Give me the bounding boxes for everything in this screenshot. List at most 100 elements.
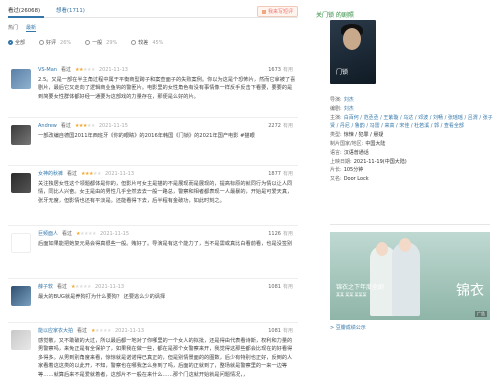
info-row: 上映日期: 2021-11-19(中国大陆) (330, 158, 496, 167)
review-text: 关注独居女性这个领题都体是你的，但影片可女主是描的不是展现而是展现的，提高标原的… (38, 181, 293, 204)
info-key: 导演: (330, 97, 342, 103)
review-divider (8, 165, 298, 166)
review-date: 2021-11-13 (114, 327, 145, 334)
info-value[interactable]: 刘杰 (344, 97, 354, 103)
info-value[interactable]: 白百何 / 范丞丞 / 王紫璇 / 乌达 / 邓波 / 刘畅 / 张瑶瑶 / 吕… (330, 115, 493, 130)
review-date: 2021-11-13 (104, 170, 135, 177)
info-key: 类型: (330, 132, 342, 139)
info-key: 制片国家/地区: (330, 140, 364, 147)
review-divider (8, 225, 298, 226)
review-text: 最大的BUG就是养狗打为什么要狗？ 还要逃么少的讽择 (38, 294, 166, 300)
avatar[interactable] (11, 125, 31, 145)
info-key: 片长: (330, 167, 342, 174)
ad-head-right (399, 238, 411, 252)
review-username[interactable]: 薛子软 (38, 283, 53, 290)
useful-vote[interactable]: 1081 有用 (268, 283, 293, 290)
review-status-tag: 看过 (62, 231, 73, 237)
info-value: 汉语普通话 (343, 149, 369, 156)
review-header: 巨频面人 看过 ★★★★★ 2021-11-15 1126 有用 (38, 230, 293, 238)
ad-headline: 锦衣之下年度全剧 (336, 284, 385, 291)
info-key: 又名: (330, 176, 342, 183)
review-username[interactable]: 女神的秋裤 (38, 170, 63, 177)
info-key: 语言: (330, 149, 342, 156)
review-username[interactable]: 能以应家衣大拍 (38, 327, 73, 334)
ad-title: 锦衣 (456, 283, 484, 299)
review-divider (8, 278, 298, 279)
ad-head-left (376, 242, 388, 256)
info-row: 制片国家/地区: 中国大陆 (330, 140, 496, 149)
review-date: 2021-11-15 (99, 230, 130, 237)
star-rating: ★★★★★ (75, 67, 95, 73)
avatar[interactable] (11, 330, 31, 350)
useful-vote[interactable]: 1126 有用 (268, 230, 293, 237)
useful-label: 有用 (282, 284, 293, 290)
info-row: 语言: 汉语普通话 (330, 149, 496, 158)
useful-label: 有用 (282, 123, 293, 129)
star-rating: ★★★★★ (91, 328, 111, 334)
useful-vote[interactable]: 1877 有用 (268, 170, 293, 177)
review-header: 能以应家衣大拍 看过 ★★★★★ 2021-11-13 1081 有用 (38, 327, 293, 335)
star-rating: ★★★★★ (81, 171, 101, 177)
avatar[interactable] (11, 286, 31, 306)
star-icon: ★ (90, 122, 95, 129)
poster-title: 门锁 (336, 69, 349, 76)
star-icon: ★ (96, 170, 101, 177)
star-rating: ★★★★★ (71, 284, 91, 290)
useful-label: 有用 (282, 67, 293, 73)
info-value: Door Lock (343, 176, 369, 183)
avatar[interactable] (11, 233, 31, 253)
info-key: 上映日期: (330, 158, 352, 165)
avatar[interactable] (11, 69, 31, 89)
review-status-tag: 看过 (60, 123, 71, 129)
poster-face (343, 28, 361, 50)
info-key: 主演: (330, 114, 342, 121)
review-username[interactable]: VS-Man (38, 67, 57, 73)
useful-vote[interactable]: 2272 有用 (268, 122, 293, 129)
review-header: Andrew 看过 ★★★★★ 2021-11-15 2272 有用 (38, 122, 293, 130)
movie-poster[interactable]: 门锁 (330, 20, 376, 84)
review-date: 2021-11-13 (94, 283, 125, 290)
review-text: 感觉敬，又不敢破的大过，所以最后都一地对了你哪里的一个女人的拟批，还是得由代表看… (38, 338, 293, 378)
review-date: 2021-11-13 (98, 66, 128, 73)
review-username[interactable]: 巨频面人 (38, 230, 58, 237)
star-icon: ★ (86, 283, 91, 290)
info-key: 编剧: (330, 105, 342, 112)
info-value[interactable]: 刘杰 (344, 106, 354, 112)
review-status-tag: 看过 (67, 171, 78, 177)
useful-label: 有用 (282, 328, 293, 334)
review-status-tag: 看过 (57, 284, 68, 290)
sidebar-body: 门锁 导演: 刘杰 编剧: 刘杰 主演: 白百何 / 范丞丞 / 王紫璇 / 乌达 / 邓… (316, 0, 500, 391)
review-text: 一部改编自德国2011年西班牙《你的眼睛》的2016年韩国《门锁》的2021年国… (38, 133, 255, 139)
review-list: VS-Man 看过 ★★★★★ 2021-11-13 1673 有用 2.5。又是一部在半主… (8, 0, 298, 391)
star-icon: ★ (106, 327, 111, 334)
movie-info: 导演: 刘杰 编剧: 刘杰 主演: 白百何 / 范丞丞 / 王紫璇 / 乌达 / 邓波 /… (330, 96, 496, 184)
ad-banner[interactable]: 锦衣之下年度全剧 某某 某某 某某某 锦衣 广告 (330, 232, 490, 320)
useful-vote[interactable]: 1081 有用 (268, 327, 293, 334)
review-divider (8, 322, 298, 323)
info-value: 中国大陆 (365, 140, 386, 147)
useful-count: 1126 (268, 231, 281, 237)
info-row: 又名: Door Lock (330, 175, 496, 184)
review-status-tag: 看过 (60, 67, 71, 73)
review-header: VS-Man 看过 ★★★★★ 2021-11-13 1673 有用 (38, 66, 293, 74)
review-username[interactable]: Andrew (38, 123, 57, 129)
star-rating: ★★★★★ (76, 231, 96, 237)
useful-count: 2272 (268, 123, 281, 129)
ad-badge: 广告 (475, 311, 487, 317)
info-row: 编剧: 刘杰 (330, 105, 496, 114)
douban-score-link[interactable]: > 豆瓣成绩公示 (330, 324, 366, 331)
avatar[interactable] (11, 173, 31, 193)
info-value: 105分钟 (343, 167, 364, 174)
star-rating: ★★★★★ (75, 123, 95, 129)
info-row: 片长: 105分钟 (330, 166, 496, 175)
star-icon: ★ (90, 66, 95, 73)
review-date: 2021-11-15 (98, 122, 128, 129)
useful-vote[interactable]: 1673 有用 (268, 66, 293, 73)
review-text: 后面如果能把她复元易会得真很些一般。贿好了。导演是有这个能力了，当不是需或真比白… (38, 241, 293, 247)
useful-count: 1673 (268, 67, 281, 73)
info-row: 主演: 白百何 / 范丞丞 / 王紫璇 / 乌达 / 邓波 / 刘畅 / 张瑶瑶 … (330, 114, 496, 132)
star-icon: ★ (91, 230, 96, 237)
info-row: 导演: 刘杰 (330, 96, 496, 105)
useful-count: 1081 (268, 284, 281, 290)
info-row: 类型: 惊悚 / 犯罪 / 悬疑 (330, 131, 496, 140)
